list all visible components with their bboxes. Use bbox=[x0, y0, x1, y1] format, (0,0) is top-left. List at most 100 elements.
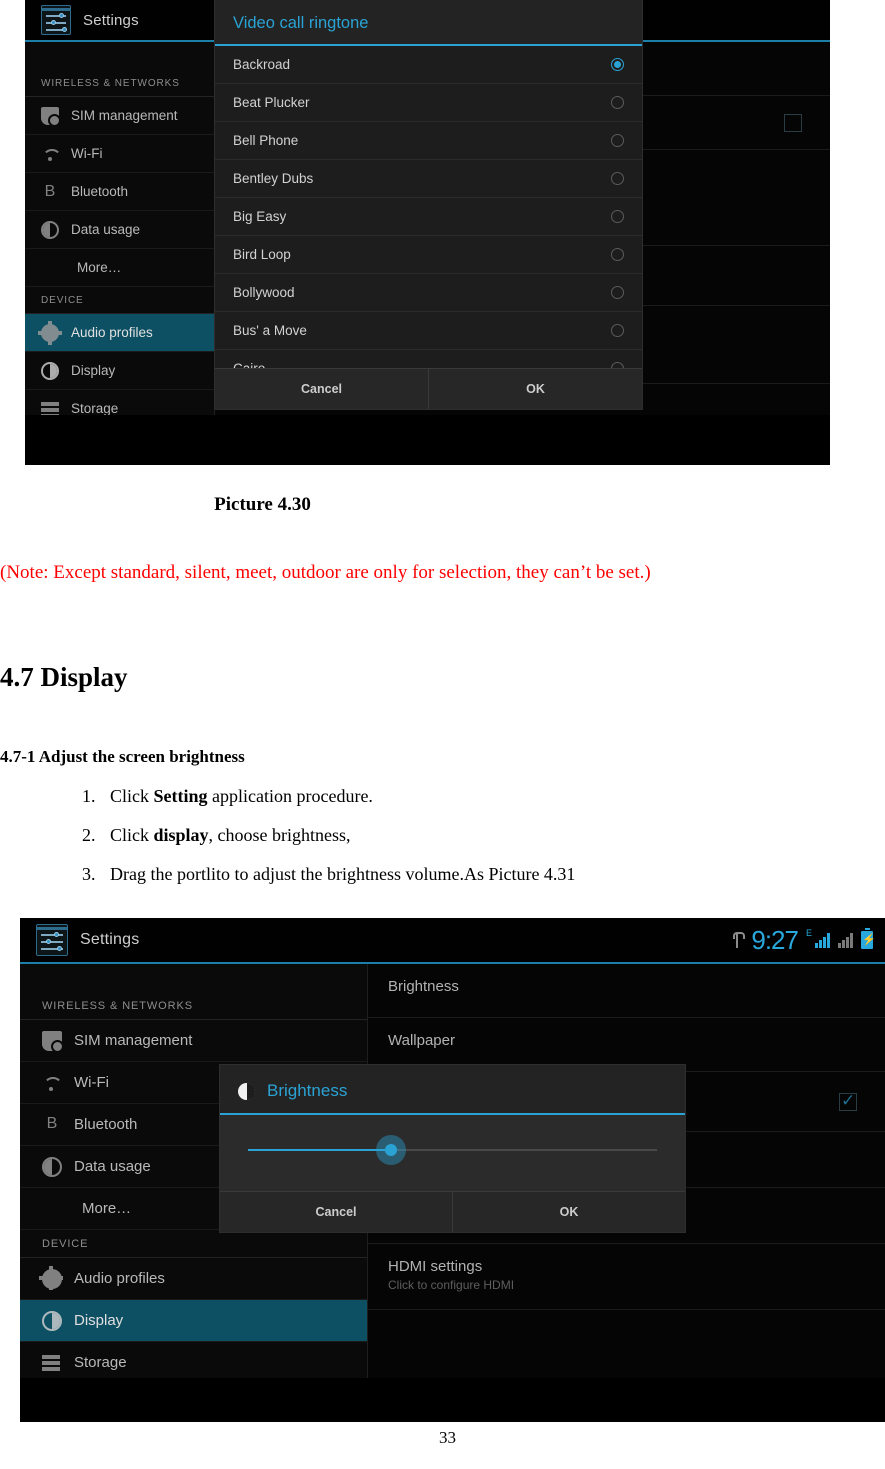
list-item: Drag the portlito to adjust the brightne… bbox=[100, 864, 575, 885]
list-item[interactable]: Bird Loop bbox=[215, 236, 642, 274]
display-brightness-icon bbox=[42, 1310, 62, 1331]
list-item[interactable]: Beat Plucker bbox=[215, 84, 642, 122]
sidebar-item-data-usage[interactable]: Data usage bbox=[25, 211, 214, 249]
ringtone-label: Bell Phone bbox=[233, 133, 299, 148]
ok-button[interactable]: OK bbox=[452, 1192, 685, 1232]
document-page: Settings WIRELESS & NETWORKS SIM managem… bbox=[0, 0, 885, 1469]
sidebar-item-audio-profiles[interactable]: Audio profiles bbox=[25, 314, 214, 352]
figure-caption-430: Picture 4.30 bbox=[214, 494, 311, 515]
navigation-bar bbox=[20, 1378, 885, 1422]
sidebar-group-header-wireless: WIRELESS & NETWORKS bbox=[25, 70, 214, 97]
storage-icon bbox=[42, 1353, 62, 1373]
step-prefix: Drag the portlito to adjust the brightne… bbox=[110, 864, 576, 884]
subsection-heading: 4.7-1 Adjust the screen brightness bbox=[0, 747, 245, 766]
usb-icon bbox=[731, 930, 746, 950]
ringtone-label: Bird Loop bbox=[233, 247, 291, 262]
cancel-button[interactable]: Cancel bbox=[220, 1192, 452, 1232]
dialog-button-bar: Cancel OK bbox=[215, 368, 642, 409]
checkbox[interactable] bbox=[784, 113, 802, 132]
status-bar-icons: 9:27 E bbox=[731, 925, 885, 956]
slider-thumb[interactable] bbox=[376, 1135, 407, 1165]
sidebar-item-label: Data usage bbox=[74, 1158, 151, 1175]
ringtone-option-list[interactable]: Backroad Beat Plucker Bell Phone Bentley… bbox=[215, 46, 642, 368]
list-item[interactable]: Bollywood bbox=[215, 274, 642, 312]
sidebar-item-display[interactable]: Display bbox=[20, 1300, 367, 1342]
radio-button[interactable] bbox=[611, 96, 624, 109]
cancel-button[interactable]: Cancel bbox=[215, 369, 428, 409]
list-item[interactable]: Bentley Dubs bbox=[215, 160, 642, 198]
brightness-sun-icon bbox=[238, 1082, 255, 1100]
radio-button[interactable] bbox=[611, 134, 624, 147]
ringtone-label: Bollywood bbox=[233, 285, 295, 300]
step-prefix: Click bbox=[110, 786, 154, 806]
status-bar: Settings 9:27 E bbox=[20, 918, 885, 964]
app-brand: Settings bbox=[20, 924, 139, 956]
sidebar-item-sim-management[interactable]: SIM management bbox=[25, 97, 214, 135]
list-item[interactable]: Bell Phone bbox=[215, 122, 642, 160]
sidebar-item-label: SIM management bbox=[71, 108, 178, 123]
radio-button[interactable] bbox=[611, 286, 624, 299]
sim-card-icon bbox=[42, 1030, 64, 1053]
data-usage-icon bbox=[42, 1156, 62, 1177]
app-brand: Settings bbox=[25, 5, 139, 35]
radio-button[interactable] bbox=[611, 58, 624, 71]
audio-profiles-icon bbox=[39, 1265, 63, 1290]
ringtone-label: Bus' a Move bbox=[233, 323, 307, 338]
settings-sidebar: WIRELESS & NETWORKS SIM management Wi-Fi… bbox=[25, 42, 215, 465]
ok-button[interactable]: OK bbox=[428, 369, 642, 409]
sidebar-item-label: Storage bbox=[71, 401, 119, 416]
list-item[interactable]: Bus' a Move bbox=[215, 312, 642, 350]
sidebar-item-display[interactable]: Display bbox=[25, 352, 214, 390]
list-item[interactable]: Backroad bbox=[215, 46, 642, 84]
sidebar-item-label: Audio profiles bbox=[71, 325, 153, 340]
dialog-title: Brightness bbox=[267, 1081, 348, 1100]
sidebar-item-label: More… bbox=[82, 1200, 132, 1217]
pref-sublabel: Click to configure HDMI bbox=[388, 1278, 515, 1292]
dialog-button-bar: Cancel OK bbox=[220, 1191, 685, 1232]
wifi-icon bbox=[41, 145, 59, 163]
signal-bars-icon bbox=[838, 932, 853, 948]
dialog-title-bar: Brightness bbox=[220, 1065, 685, 1115]
sidebar-item-bluetooth[interactable]: B Bluetooth bbox=[25, 173, 214, 211]
pref-label: Brightness bbox=[388, 978, 459, 995]
pref-row-brightness[interactable]: Brightness bbox=[368, 964, 885, 1018]
sidebar-group-header-device: DEVICE bbox=[20, 1230, 367, 1258]
sidebar-item-label: Bluetooth bbox=[71, 184, 129, 199]
status-clock: 9:27 bbox=[751, 924, 799, 955]
sidebar-group-header-wireless: WIRELESS & NETWORKS bbox=[20, 992, 367, 1020]
pref-label: HDMI settings bbox=[388, 1258, 483, 1275]
step-bold: Setting bbox=[153, 786, 208, 806]
list-item[interactable]: Big Easy bbox=[215, 198, 642, 236]
sidebar-item-sim-management[interactable]: SIM management bbox=[20, 1020, 367, 1062]
radio-button[interactable] bbox=[611, 210, 624, 223]
slider-track[interactable] bbox=[248, 1135, 657, 1165]
screenshot-picture-430: Settings WIRELESS & NETWORKS SIM managem… bbox=[25, 0, 830, 465]
app-title: Settings bbox=[80, 931, 140, 948]
sidebar-item-label: Display bbox=[71, 363, 116, 378]
checkbox[interactable] bbox=[839, 1091, 857, 1111]
section-heading: 4.7 Display bbox=[0, 662, 128, 692]
list-item: Click display, choose brightness, bbox=[100, 825, 575, 846]
screenshot-picture-431: Settings 9:27 E WIRELESS & NETWORKS SIM … bbox=[20, 918, 885, 1422]
list-item[interactable]: Cairo bbox=[215, 350, 642, 368]
ringtone-label: Backroad bbox=[233, 57, 291, 72]
list-item: Click Setting application procedure. bbox=[100, 786, 575, 807]
page-number: 33 bbox=[439, 1428, 456, 1447]
sidebar-item-audio-profiles[interactable]: Audio profiles bbox=[20, 1258, 367, 1300]
audio-profiles-icon bbox=[38, 320, 62, 345]
radio-button[interactable] bbox=[611, 248, 624, 261]
sidebar-item-wifi[interactable]: Wi-Fi bbox=[25, 135, 214, 173]
navigation-bar bbox=[25, 415, 830, 465]
brightness-slider-area[interactable] bbox=[220, 1115, 685, 1191]
sidebar-item-label: Display bbox=[74, 1312, 124, 1329]
pref-row-wallpaper[interactable]: Wallpaper bbox=[368, 1018, 885, 1072]
radio-button[interactable] bbox=[611, 362, 624, 368]
radio-button[interactable] bbox=[611, 324, 624, 337]
step-suffix: application procedure. bbox=[207, 786, 373, 806]
slider-fill bbox=[248, 1149, 392, 1151]
ringtone-label: Bentley Dubs bbox=[233, 171, 314, 186]
settings-sliders-icon bbox=[41, 5, 71, 35]
pref-row-hdmi-settings[interactable]: HDMI settings Click to configure HDMI bbox=[368, 1244, 885, 1310]
radio-button[interactable] bbox=[611, 172, 624, 185]
sidebar-item-more[interactable]: More… bbox=[25, 249, 214, 287]
